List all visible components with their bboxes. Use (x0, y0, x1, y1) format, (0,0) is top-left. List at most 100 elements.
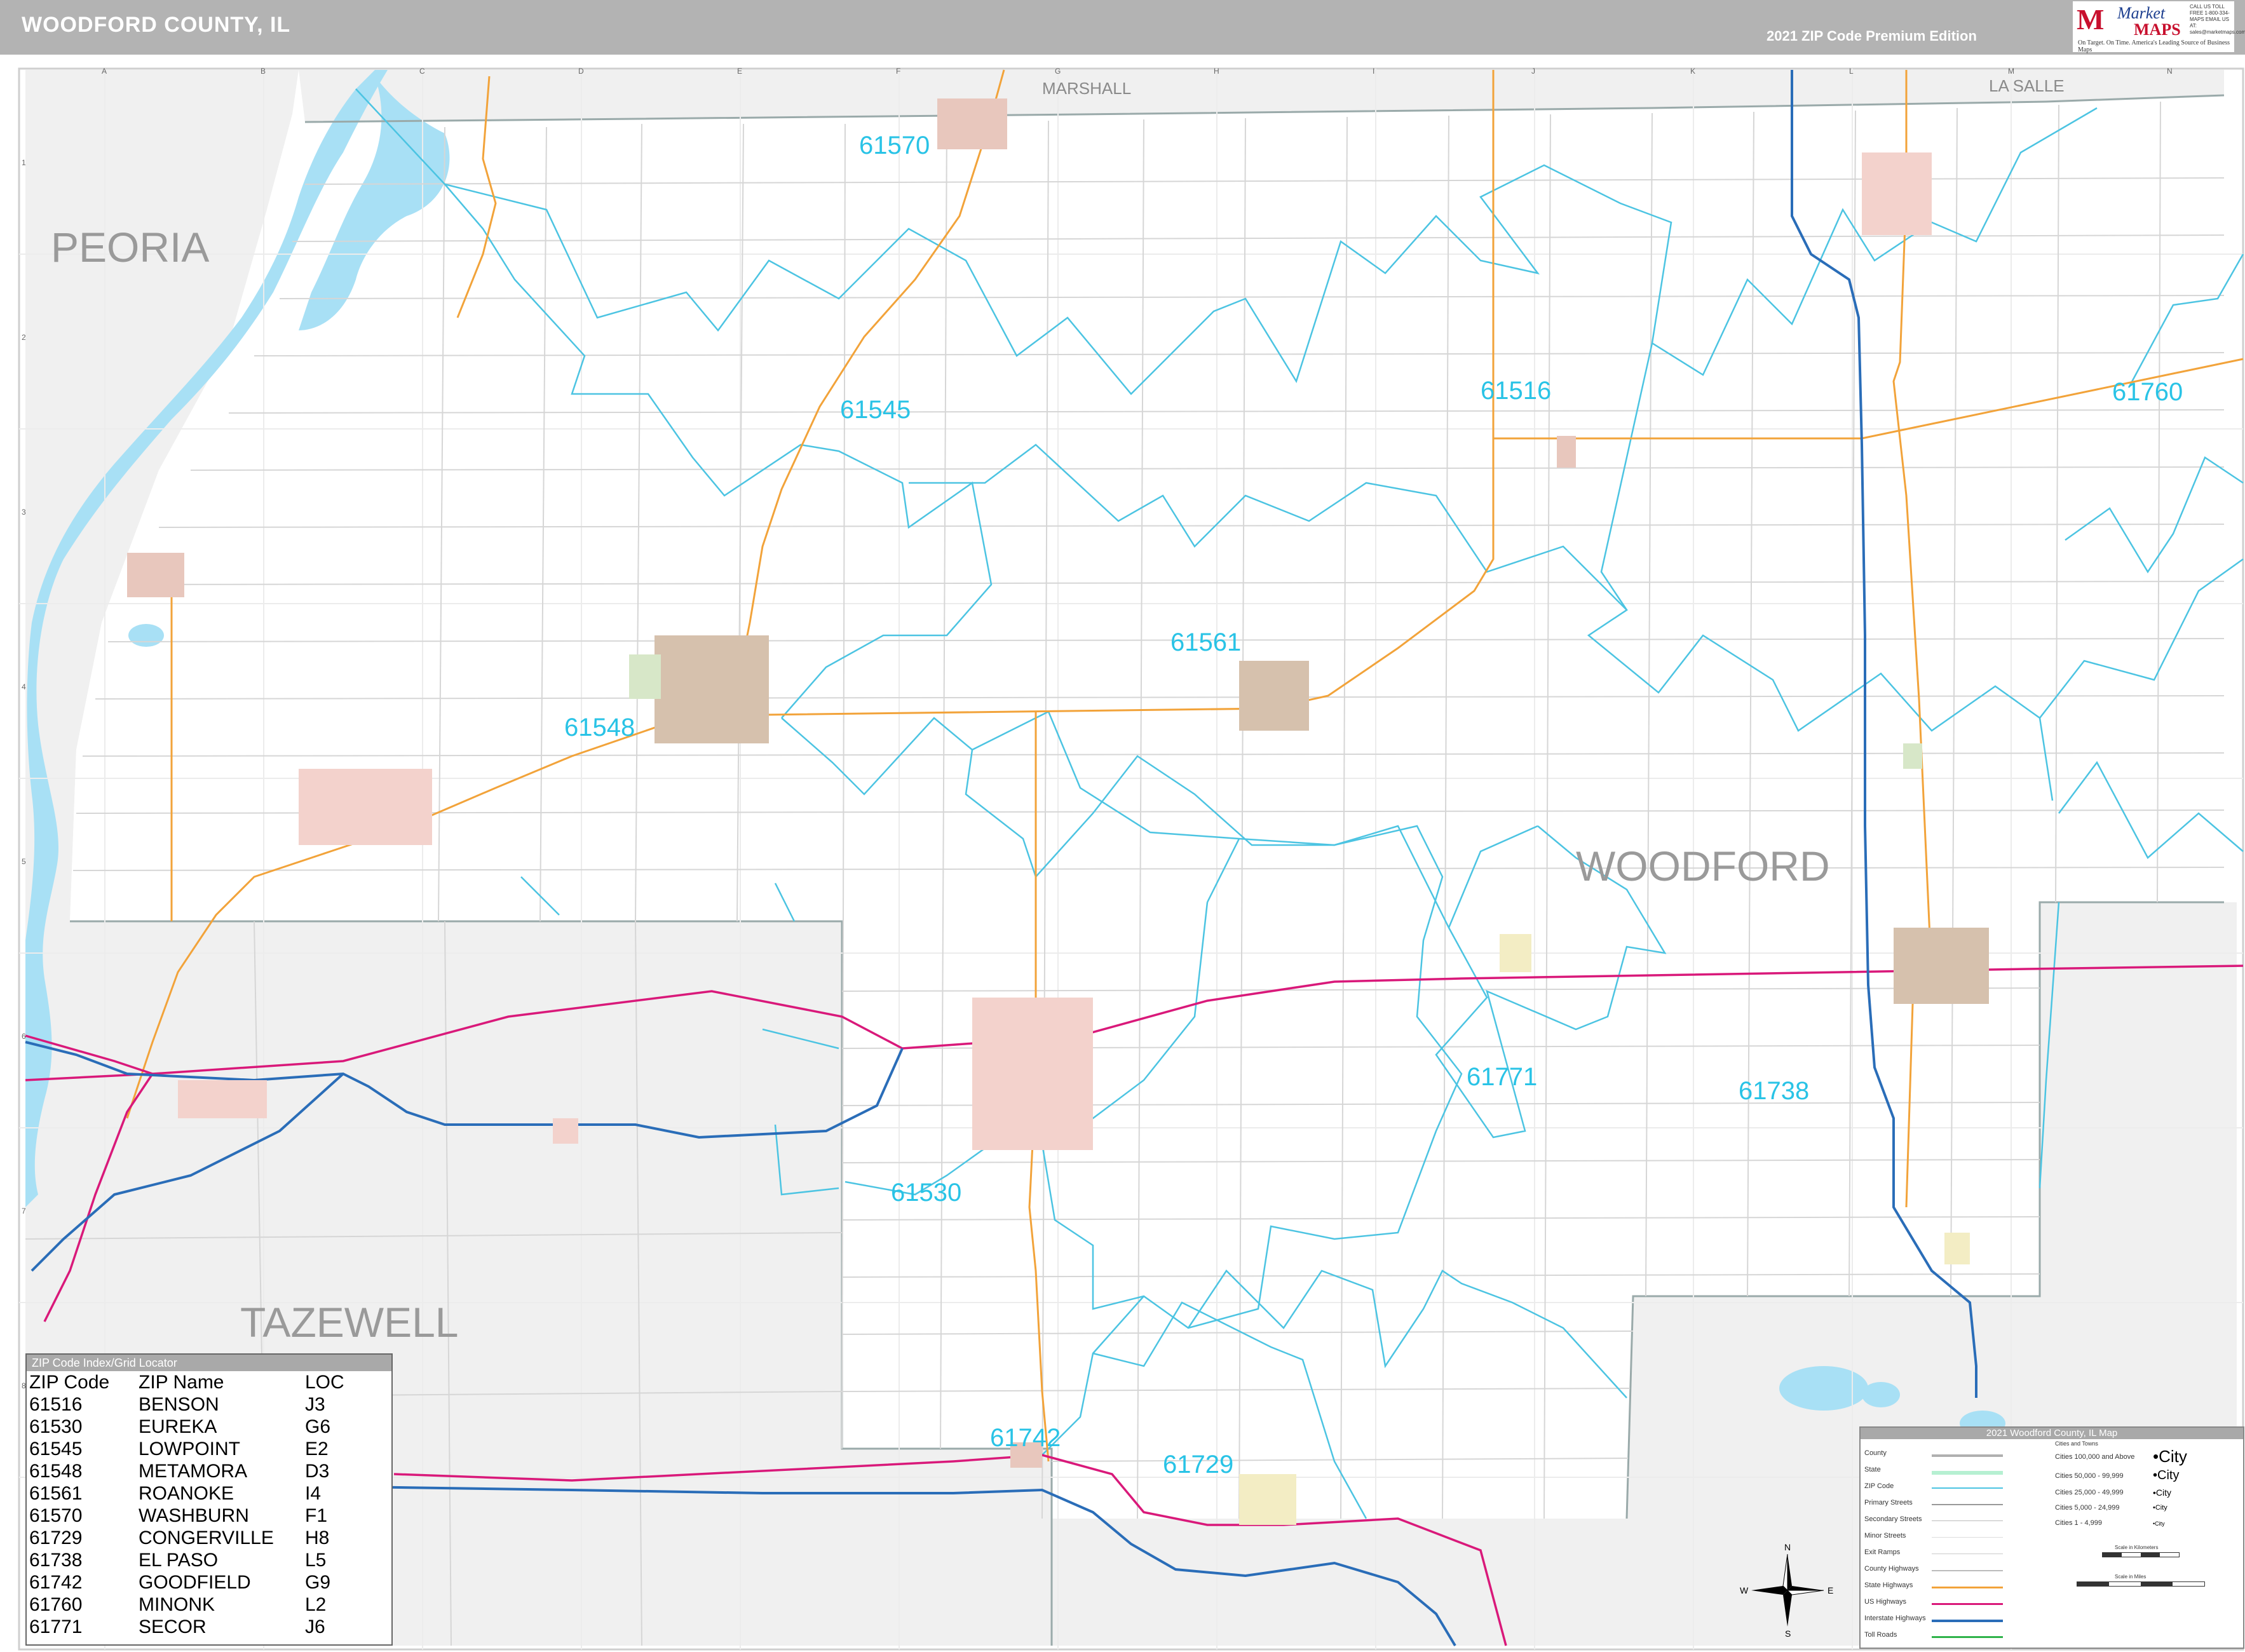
city-sample: •City (2153, 1520, 2165, 1527)
lake (1862, 1382, 1900, 1407)
city-range: Cities 25,000 - 49,999 (2055, 1489, 2124, 1496)
el-paso-area (1894, 928, 1989, 1004)
map-title: WOODFORD COUNTY, IL (22, 13, 291, 37)
grid-col-label: B (261, 67, 266, 76)
header-loc: LOC (305, 1372, 344, 1393)
zip-code-cell: 61548 (29, 1461, 83, 1482)
spring-bay-area (127, 553, 184, 597)
la-salle-county-label: LA SALLE (1989, 76, 2065, 95)
marshall-county-label: MARSHALL (1042, 79, 1131, 98)
compass-n: N (1784, 1543, 1791, 1552)
grid-col-label: M (2008, 67, 2014, 76)
legend-item: ZIP Code (1864, 1482, 1894, 1490)
loc-cell: E2 (305, 1439, 329, 1459)
zip-index-panel: ZIP Code Index/Grid Locator ZIP Code ZIP… (25, 1353, 393, 1646)
city-sample: •City (2153, 1504, 2167, 1512)
zip-name-cell: EUREKA (139, 1416, 217, 1437)
zip-code-cell: 61545 (29, 1439, 83, 1459)
city-range: Cities 50,000 - 99,999 (2055, 1472, 2124, 1480)
lake (1779, 1366, 1868, 1411)
table-header-row: ZIP Code ZIP Name LOC (29, 1371, 375, 1393)
grid-col-label: K (1690, 67, 1695, 76)
legend-title: 2021 Woodford County, IL Map (1861, 1428, 2243, 1439)
loc-cell: G6 (305, 1416, 331, 1437)
legend-swatch (1932, 1620, 2003, 1622)
zip-label-61729: 61729 (1163, 1451, 1233, 1479)
grid-col-label: J (1531, 67, 1535, 76)
legend-item: Secondary Streets (1864, 1515, 1922, 1523)
logo-contact: CALL US TOLL FREE 1-800-334-MAPS EMAIL U… (2190, 4, 2245, 35)
grid-row-label: 5 (22, 857, 26, 866)
grid-col-label: A (102, 67, 107, 76)
compass-e: E (1828, 1585, 1833, 1595)
congerville-area (1239, 1474, 1296, 1525)
header-zip-name: ZIP Name (139, 1372, 224, 1393)
grid-row-label: 3 (22, 508, 26, 517)
legend-swatch (1932, 1487, 2003, 1489)
grid-col-label: L (1849, 67, 1854, 76)
zip-name-cell: MINONK (139, 1594, 215, 1615)
table-row: 61516 BENSON J3 (29, 1393, 375, 1416)
legend-item: County (1864, 1449, 1887, 1457)
legend-swatch (1932, 1603, 2003, 1605)
kappa-area (1944, 1233, 1970, 1264)
compass-s: S (1785, 1628, 1791, 1638)
scale-km-bar (2102, 1552, 2180, 1557)
zip-index-table: ZIP Code ZIP Name LOC 61516 BENSON J3 6153… (29, 1371, 375, 1638)
grid-row-label: 4 (22, 682, 26, 691)
zip-name-cell: EL PASO (139, 1550, 219, 1571)
loc-cell: H8 (305, 1527, 330, 1548)
table-row: 61742 GOODFIELD G9 (29, 1571, 375, 1594)
loc-cell: J3 (305, 1394, 325, 1415)
zip-code-cell: 61561 (29, 1483, 83, 1504)
city-sample: •City (2153, 1487, 2172, 1498)
grid-row-label: 7 (22, 1207, 26, 1215)
germantown-hills-area (299, 769, 432, 845)
cities-header: Cities and Towns (2055, 1440, 2098, 1447)
logo-brand-bottom: MAPS (2134, 20, 2181, 39)
secor-area (1500, 934, 1531, 972)
legend-item: US Highways (1864, 1598, 1907, 1606)
zip-code-cell: 61742 (29, 1572, 83, 1593)
zip-label-61530: 61530 (891, 1179, 961, 1207)
park (629, 654, 661, 699)
zip-label-61570: 61570 (859, 132, 930, 159)
table-row: 61545 LOWPOINT E2 (29, 1438, 375, 1460)
washburn-area (937, 98, 1007, 149)
legend-item: State Highways (1864, 1581, 1913, 1589)
table-row: 61561 ROANOKE I4 (29, 1482, 375, 1505)
grid-col-label: G (1055, 67, 1061, 76)
zip-code-cell: 61738 (29, 1550, 83, 1571)
zip-code-cell: 61516 (29, 1394, 83, 1415)
roanoke-area (1239, 661, 1309, 731)
map-legend: 2021 Woodford County, IL Map County Stat… (1859, 1426, 2244, 1649)
legend-item: Minor Streets (1864, 1532, 1906, 1540)
zip-label-61738: 61738 (1739, 1077, 1809, 1105)
city-range: Cities 1 - 4,999 (2055, 1519, 2102, 1527)
legend-item: County Highways (1864, 1565, 1919, 1573)
zip-index-title: ZIP Code Index/Grid Locator (27, 1355, 391, 1371)
legend-item: Primary Streets (1864, 1499, 1913, 1506)
zip-code-cell: 61771 (29, 1616, 83, 1637)
city-range: Cities 5,000 - 24,999 (2055, 1504, 2120, 1512)
zip-name-cell: GOODFIELD (139, 1572, 251, 1593)
grid-col-label: E (737, 67, 742, 76)
compass-rose-icon: N S E W (1740, 1543, 1833, 1638)
metamora-area (655, 635, 769, 743)
zip-code-cell: 61570 (29, 1505, 83, 1526)
table-row: 61729 CONGERVILLE H8 (29, 1527, 375, 1549)
zip-name-cell: BENSON (139, 1394, 219, 1415)
compass-w: W (1740, 1585, 1749, 1595)
loc-cell: F1 (305, 1505, 328, 1526)
tazewell-county-label: TAZEWELL (240, 1299, 459, 1346)
zip-label-61742: 61742 (990, 1424, 1061, 1452)
grid-col-label: D (578, 67, 584, 76)
zip-name-cell: LOWPOINT (139, 1439, 241, 1459)
legend-item: Interstate Highways (1864, 1615, 1926, 1622)
scale-mi-bar (2077, 1581, 2205, 1587)
benson-area (1557, 436, 1576, 468)
grid-col-label: C (419, 67, 425, 76)
loc-cell: L2 (305, 1594, 327, 1615)
zip-label-61760: 61760 (2112, 378, 2183, 406)
legend-swatch (1932, 1636, 2003, 1638)
